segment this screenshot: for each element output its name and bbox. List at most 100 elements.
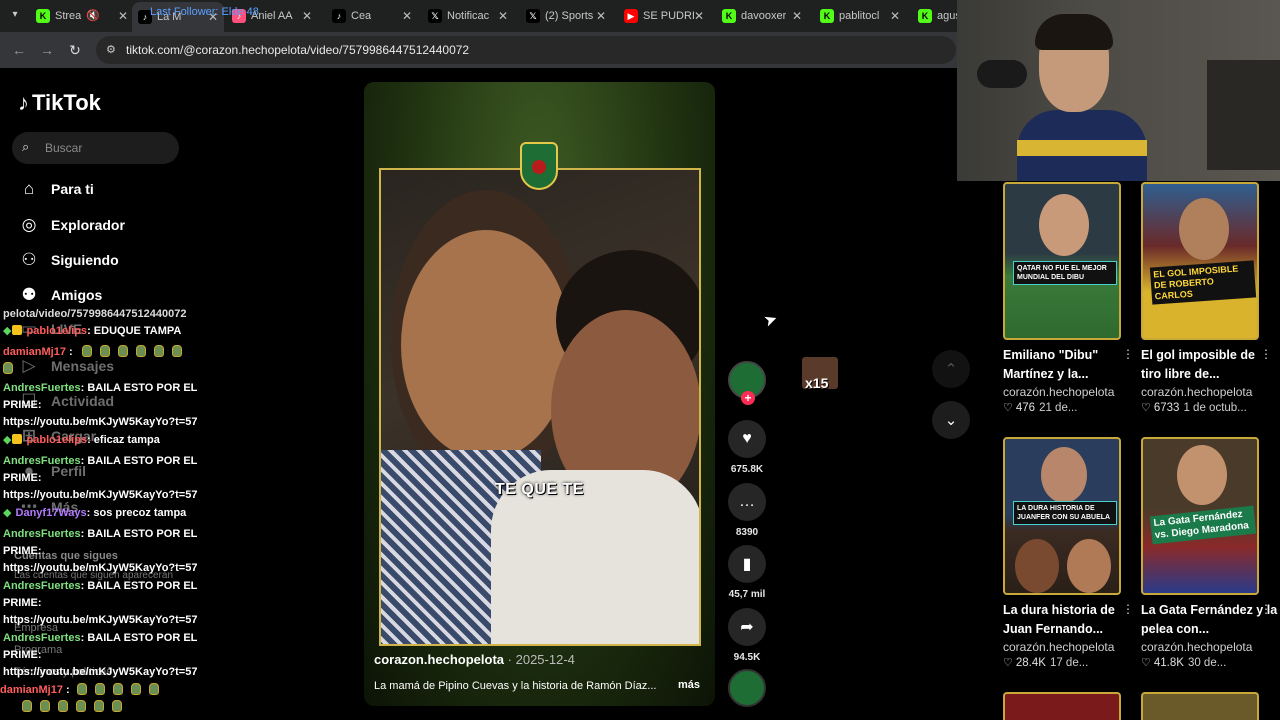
close-tab-icon[interactable]: ✕ <box>498 9 508 23</box>
creator-avatar[interactable]: + <box>728 361 766 405</box>
close-tab-icon[interactable]: ✕ <box>302 9 312 23</box>
search-input[interactable]: ⌕ Buscar <box>12 132 179 164</box>
recommended-video-card[interactable]: La Gata Fernández vs. Diego Maradona La … <box>1141 437 1278 669</box>
nav-for-you[interactable]: ⌂ Para ti <box>18 176 94 202</box>
sub-badge-icon <box>12 325 23 335</box>
card-title[interactable]: La Gata Fernández y la pelea con... <box>1141 601 1278 639</box>
chat-text: : EDUQUE TAMPA <box>87 325 182 337</box>
back-icon[interactable]: ← <box>10 41 28 59</box>
thumb-person <box>1179 198 1229 260</box>
emote-icon <box>94 700 104 712</box>
tab-title: Notificac <box>447 10 490 22</box>
card-author[interactable]: corazón.hechopelota <box>1003 640 1140 654</box>
home-icon: ⌂ <box>23 179 35 198</box>
site-settings-icon[interactable]: ⚙ <box>106 43 120 57</box>
close-tab-icon[interactable]: ✕ <box>118 9 128 23</box>
browser-tab[interactable]: 𝕏 (2) Sports ✕ <box>526 4 606 28</box>
recommended-video-card[interactable]: QATAR NO FUE EL MEJOR MUNDIAL DEL DIBU E… <box>1003 182 1140 414</box>
video-thumbnail[interactable]: LA DURA HISTORIA DE JUANFER CON SU ABUEL… <box>1003 437 1121 595</box>
recommended-video-card[interactable]: EL GOL IMPOSIBLE DE ROBERTO CARLOS El go… <box>1141 182 1278 414</box>
emote-icon <box>81 345 92 357</box>
muted-speaker-icon[interactable]: 🔇 <box>86 9 100 22</box>
comment-icon[interactable]: … <box>728 483 766 521</box>
chat-url-fragment: pelota/video/7579986447512440072 <box>3 308 187 320</box>
tab-title: agus <box>937 10 958 22</box>
nav-explore[interactable]: ◎ Explorador <box>18 212 125 238</box>
more-options-icon[interactable]: ⋮ <box>1260 602 1272 616</box>
close-tab-icon[interactable]: ✕ <box>694 9 704 23</box>
save-action[interactable]: ▮ 45,7 mil <box>727 545 767 600</box>
description-more-link[interactable]: más <box>678 679 700 691</box>
card-title[interactable]: Emiliano "Dibu" Martínez y la... <box>1003 346 1140 384</box>
video-player[interactable]: TE QUE TE corazon.hechopelota · 2025-12-… <box>364 82 715 706</box>
emote-icon <box>3 362 13 374</box>
browser-tab[interactable]: K davooxer ✕ <box>722 4 802 28</box>
chat-text: : sos precoz tampa <box>86 507 187 519</box>
club-crest-logo <box>520 142 558 190</box>
emote-icon <box>153 345 164 357</box>
emote-icon <box>112 700 122 712</box>
reload-icon[interactable]: ↻ <box>66 41 84 59</box>
card-author[interactable]: corazón.hechopelota <box>1141 640 1278 654</box>
close-tab-icon[interactable]: ✕ <box>596 9 606 23</box>
emote-icon <box>130 683 141 695</box>
nav-following[interactable]: ⚇ Siguiendo <box>18 247 119 273</box>
chat-message: damianMj17 : <box>0 682 206 716</box>
recommended-video-card-partial[interactable] <box>1003 692 1121 720</box>
like-action[interactable]: ♥ 675.8K <box>727 420 767 475</box>
bookmark-icon[interactable]: ▮ <box>728 545 766 583</box>
more-options-icon[interactable]: ⋮ <box>1260 347 1272 361</box>
close-tab-icon[interactable]: ✕ <box>792 9 802 23</box>
nav-label: Siguiendo <box>51 252 119 268</box>
recommended-video-card[interactable]: LA DURA HISTORIA DE JUANFER CON SU ABUEL… <box>1003 437 1140 669</box>
close-tab-icon[interactable]: ✕ <box>890 9 900 23</box>
heart-outline-icon: ♡ <box>1141 657 1151 669</box>
previous-video-button[interactable]: ⌃ <box>932 350 970 388</box>
more-options-icon[interactable]: ⋮ <box>1122 602 1134 616</box>
video-thumbnail[interactable]: EL GOL IMPOSIBLE DE ROBERTO CARLOS <box>1141 182 1259 340</box>
close-tab-icon[interactable]: ✕ <box>402 9 412 23</box>
friends-icon: ⚉ <box>21 285 37 304</box>
forward-icon[interactable]: → <box>38 41 56 59</box>
browser-tab[interactable]: K agus <box>918 4 958 28</box>
browser-tab[interactable]: K pablitocl ✕ <box>820 4 900 28</box>
next-video-button[interactable]: ⌄ <box>932 401 970 439</box>
browser-tab[interactable]: ▶ SE PUDRI ✕ <box>624 4 704 28</box>
follow-plus-icon[interactable]: + <box>741 391 755 405</box>
card-title[interactable]: La dura historia de Juan Fernando... <box>1003 601 1140 639</box>
card-date: 21 de... <box>1039 402 1078 414</box>
card-title[interactable]: El gol imposible de tiro libre de... <box>1141 346 1278 384</box>
nav-friends[interactable]: ⚉ Amigos <box>18 282 102 308</box>
chat-username: AndresFuertes <box>3 632 81 644</box>
video-thumbnail[interactable]: QATAR NO FUE EL MEJOR MUNDIAL DEL DIBU <box>1003 182 1121 340</box>
tiktok-logo[interactable]: ♪ TikTok <box>18 90 101 116</box>
sub-badge-icon <box>12 434 23 444</box>
video-date: 2025-12-4 <box>515 652 575 667</box>
recommended-video-card-partial[interactable] <box>1141 692 1259 720</box>
chat-message: ◆ pablo1elips: eficaz tampa <box>3 432 209 449</box>
browser-tab[interactable]: K Strea 🔇 ✕ <box>36 4 128 28</box>
chat-message: AndresFuertes: BAILA ESTO POR EL PRIME: … <box>3 630 209 681</box>
video-author[interactable]: corazon.hechopelota <box>374 652 504 667</box>
sound-avatar[interactable] <box>728 669 766 707</box>
browser-tab[interactable]: ♪ Cea ✕ <box>332 4 412 28</box>
more-options-icon[interactable]: ⋮ <box>1122 347 1134 361</box>
photo-man-face <box>401 230 571 460</box>
tab-search-icon[interactable]: ▾ <box>8 9 22 23</box>
url-field[interactable]: ⚙ tiktok.com/@corazon.hechopelota/video/… <box>96 36 956 64</box>
video-thumbnail[interactable]: La Gata Fernández vs. Diego Maradona <box>1141 437 1259 595</box>
compass-icon: ◎ <box>21 215 37 234</box>
browser-tab[interactable]: 𝕏 Notificac ✕ <box>428 4 508 28</box>
card-date: 1 de octub... <box>1183 402 1247 414</box>
thumb-person <box>1015 539 1059 593</box>
comment-action[interactable]: … 8390 <box>727 483 767 538</box>
video-author-line[interactable]: corazon.hechopelota · 2025-12-4 <box>374 652 575 667</box>
heart-icon[interactable]: ♥ <box>728 420 766 458</box>
emote-icon <box>94 683 105 695</box>
share-icon[interactable]: ➦ <box>728 608 766 646</box>
card-author[interactable]: corazón.hechopelota <box>1141 385 1278 399</box>
card-author[interactable]: corazón.hechopelota <box>1003 385 1140 399</box>
share-action[interactable]: ➦ 94.5K <box>727 608 767 663</box>
heart-outline-icon: ♡ <box>1003 657 1013 669</box>
microphone <box>977 60 1027 88</box>
